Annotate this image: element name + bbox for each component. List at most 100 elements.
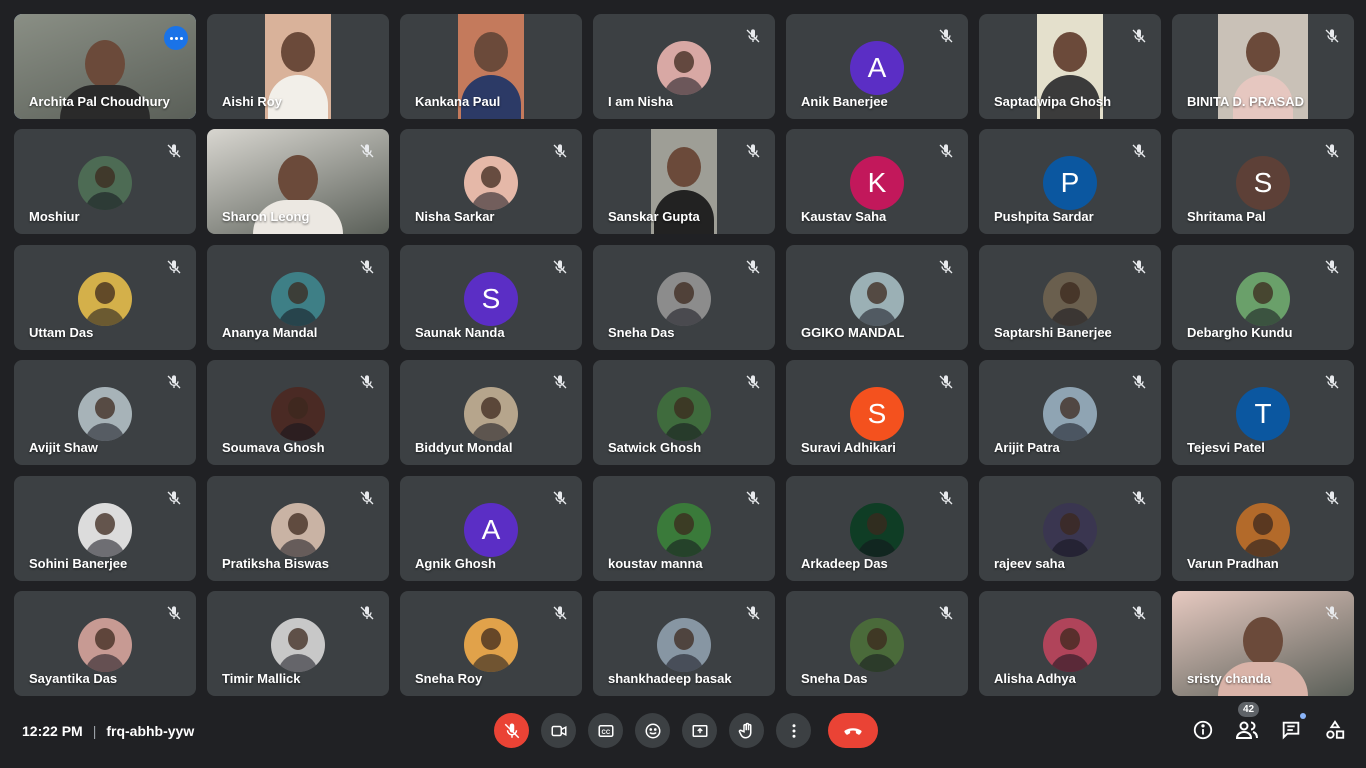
participant-tile[interactable]: Ananya Mandal — [207, 244, 389, 350]
participant-tile[interactable]: Sharon Leong — [207, 129, 389, 235]
profile-photo — [1043, 387, 1097, 442]
participant-tile[interactable]: Archita Pal Choudhury — [14, 14, 196, 119]
participant-tile[interactable]: T Tejesvi Patel — [1172, 360, 1354, 466]
participant-tile[interactable]: Satwick Ghosh — [593, 360, 775, 466]
participant-name: Anik Banerjee — [801, 94, 888, 109]
participant-tile[interactable]: Aishi Roy — [207, 14, 389, 119]
profile-photo — [1043, 502, 1097, 557]
mic-off-icon — [359, 143, 375, 159]
participant-tile[interactable]: Soumava Ghosh — [207, 360, 389, 466]
mic-off-icon — [1324, 605, 1340, 621]
participant-tile[interactable]: Kankana Paul — [400, 14, 582, 119]
mic-off-icon — [359, 490, 375, 506]
participant-tile[interactable]: S Saunak Nanda — [400, 244, 582, 350]
participant-tile[interactable]: GGIKO MANDAL — [786, 244, 968, 350]
participant-tile[interactable]: Sohini Banerjee — [14, 475, 196, 581]
reactions-button[interactable] — [635, 713, 670, 748]
profile-photo — [1236, 502, 1290, 557]
mic-off-icon — [1324, 28, 1340, 44]
participant-tile[interactable]: BINITA D. PRASAD — [1172, 14, 1354, 119]
participant-tile[interactable]: Sneha Das — [593, 244, 775, 350]
meeting-details-button[interactable] — [1190, 717, 1215, 742]
mic-off-icon — [1131, 143, 1147, 159]
participant-face — [85, 40, 125, 88]
mic-off-icon — [745, 259, 761, 275]
participant-tile[interactable]: S Shritama Pal — [1172, 129, 1354, 235]
participant-tile[interactable]: koustav manna — [593, 475, 775, 581]
participant-tile[interactable]: Sayantika Das — [14, 590, 196, 696]
people-button[interactable]: 42 — [1234, 702, 1260, 742]
chat-button[interactable] — [1278, 713, 1306, 742]
shapes-icon — [1325, 719, 1344, 739]
leave-call-button[interactable] — [828, 713, 878, 748]
participant-tile[interactable]: P Pushpita Sardar — [979, 129, 1161, 235]
raise-hand-button[interactable] — [729, 713, 764, 748]
meeting-code[interactable]: frq-abhb-yyw — [106, 723, 194, 739]
participant-tile[interactable]: K Kaustav Saha — [786, 129, 968, 235]
participant-name: shankhadeep basak — [608, 670, 732, 686]
microphone-toggle-button[interactable] — [494, 713, 529, 748]
call-end-icon — [844, 727, 862, 735]
participant-tile[interactable]: Sneha Roy — [400, 590, 582, 696]
activities-button[interactable] — [1322, 717, 1347, 742]
participant-tile[interactable]: Sanskar Gupta — [593, 129, 775, 235]
info-icon — [1193, 720, 1212, 739]
participant-tile[interactable]: Nisha Sarkar — [400, 129, 582, 235]
participant-tile[interactable]: A Agnik Ghosh — [400, 475, 582, 581]
chat-icon — [1282, 721, 1299, 740]
more-options-icon[interactable] — [164, 26, 188, 50]
participant-name: Sanskar Gupta — [608, 209, 700, 225]
participant-tile[interactable]: Debargho Kundu — [1172, 244, 1354, 350]
mic-off-icon — [166, 259, 182, 275]
participant-name: Saptadwipa Ghosh — [994, 94, 1112, 109]
participant-tile[interactable]: rajeev saha — [979, 475, 1161, 581]
participant-name: Suravi Adhikari — [801, 440, 896, 456]
captions-button[interactable]: CC — [588, 713, 623, 748]
participant-tile[interactable]: sristy chanda — [1172, 590, 1354, 696]
participant-name: sristy chanda — [1187, 670, 1271, 686]
separator: | — [92, 723, 97, 739]
chat-notification-dot — [1300, 713, 1306, 719]
participant-tile[interactable]: Avijit Shaw — [14, 360, 196, 466]
participant-face — [667, 147, 701, 188]
meeting-info: 12:22 PM | frq-abhb-yyw — [22, 723, 194, 739]
participant-tile[interactable]: Moshiur — [14, 129, 196, 235]
avatar-letter: A — [464, 502, 518, 557]
participant-tile[interactable]: Arijit Patra — [979, 360, 1161, 466]
participant-grid: Archita Pal Choudhury Aishi Roy Kankana Pa… — [14, 14, 1354, 696]
participant-tile[interactable]: I am Nisha — [593, 14, 775, 119]
participant-name: Sohini Banerjee — [29, 555, 128, 571]
participant-name: Timir Mallick — [222, 670, 301, 686]
participant-tile[interactable]: shankhadeep basak — [593, 590, 775, 696]
participant-tile[interactable]: A Anik Banerjee — [786, 14, 968, 119]
participant-tile[interactable]: Timir Mallick — [207, 590, 389, 696]
camera-toggle-button[interactable] — [541, 713, 576, 748]
mic-off-icon — [1324, 259, 1340, 275]
mic-off-icon — [1324, 490, 1340, 506]
mic-off-icon — [1131, 28, 1147, 44]
participant-name: Moshiur — [29, 209, 80, 225]
avatar-letter: S — [464, 271, 518, 326]
participant-tile[interactable]: Alisha Adhya — [979, 590, 1161, 696]
mic-off-icon — [552, 374, 568, 390]
participant-name: Pushpita Sardar — [994, 209, 1094, 225]
participant-tile[interactable]: Uttam Das — [14, 244, 196, 350]
participant-face — [1053, 32, 1087, 72]
participant-tile[interactable]: S Suravi Adhikari — [786, 360, 968, 466]
present-screen-button[interactable] — [682, 713, 717, 748]
participant-name: Agnik Ghosh — [415, 555, 496, 571]
participant-tile[interactable]: Saptarshi Banerjee — [979, 244, 1161, 350]
participant-face — [278, 155, 318, 204]
mic-off-icon — [745, 605, 761, 621]
participant-tile[interactable]: Sneha Das — [786, 590, 968, 696]
participant-name: Kankana Paul — [415, 94, 501, 109]
participant-tile[interactable]: Arkadeep Das — [786, 475, 968, 581]
mic-off-icon — [745, 490, 761, 506]
avatar-letter: T — [1236, 387, 1290, 442]
participant-tile[interactable]: Saptadwipa Ghosh — [979, 14, 1161, 119]
participant-tile[interactable]: Varun Pradhan — [1172, 475, 1354, 581]
participant-tile[interactable]: Pratiksha Biswas — [207, 475, 389, 581]
participant-tile[interactable]: Biddyut Mondal — [400, 360, 582, 466]
mic-off-icon — [745, 143, 761, 159]
more-options-button[interactable] — [776, 713, 811, 748]
